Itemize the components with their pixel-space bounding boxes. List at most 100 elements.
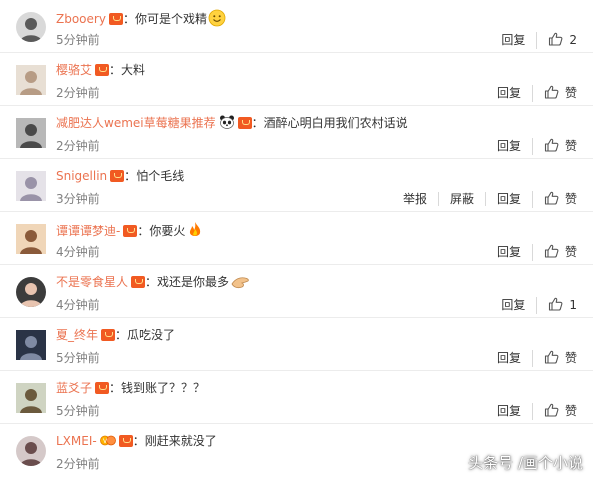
fire-emoji — [186, 221, 204, 243]
username-link[interactable]: Zbooery — [56, 12, 106, 26]
comment-content: 减肥达人wemei草莓糖果推荐 ：酒醉心明白用我们农村话说 — [56, 115, 408, 131]
block-button[interactable]: 屏蔽 — [437, 192, 485, 206]
comment-actions: 回复 赞 — [486, 243, 577, 261]
vip-badge-icon[interactable] — [131, 276, 146, 288]
comment-actions: 回复 1 — [490, 296, 577, 314]
vip-badge-icon[interactable] — [95, 64, 110, 76]
vip-badge-icon[interactable] — [95, 382, 110, 394]
comment-actions: 回复 2 — [490, 31, 577, 49]
avatar[interactable] — [16, 65, 46, 95]
reply-button[interactable]: 回复 — [490, 33, 536, 47]
like-button[interactable]: 赞 — [531, 137, 577, 155]
comment-row: Snigellin ：怕个毛线 3分钟前 举报 屏蔽 回复 赞 — [0, 159, 593, 212]
comment-time: 2分钟前 — [56, 139, 100, 153]
vip-badge-icon[interactable] — [237, 117, 252, 129]
like-label: 赞 — [564, 404, 577, 418]
comment-text: 大料 — [121, 63, 146, 77]
reply-button[interactable]: 回复 — [486, 86, 532, 100]
thumb-up-icon — [544, 85, 565, 102]
comment-content: 樱骆艾 ：大料 — [56, 62, 145, 78]
separator: ： — [124, 169, 137, 183]
vip-badge-icon[interactable] — [101, 329, 116, 341]
avatar[interactable] — [16, 383, 46, 413]
like-label: 赞 — [564, 86, 577, 100]
separator: ： — [251, 116, 264, 130]
comment-actions: 回复 赞 — [486, 349, 577, 367]
separator: ： — [137, 224, 150, 238]
avatar[interactable] — [16, 330, 46, 360]
comment-row: 谭谭谭梦迪- ：你要火 4分钟前 回复 赞 — [0, 212, 593, 265]
comment-content: 蓝爻子 ：钱到账了？？？ — [56, 380, 205, 396]
like-label: 赞 — [564, 245, 577, 259]
like-button[interactable]: 赞 — [531, 243, 577, 261]
comment-content: Snigellin ：怕个毛线 — [56, 168, 184, 184]
username-link[interactable]: 蓝爻子 — [56, 381, 92, 395]
like-label: 赞 — [564, 192, 577, 206]
avatar[interactable] — [16, 171, 46, 201]
thumb-up-icon — [548, 32, 569, 49]
comment-content: 不是零食星人 ：戏还是你最多 — [56, 274, 250, 294]
reply-button[interactable]: 回复 — [486, 139, 532, 153]
username-link[interactable]: 夏_终年 — [56, 328, 98, 342]
like-button[interactable]: 2 — [536, 31, 577, 49]
username-link[interactable]: 减肥达人wemei草莓糖果推荐 — [56, 116, 216, 130]
reply-button[interactable]: 回复 — [486, 351, 532, 365]
like-count: 2 — [569, 33, 577, 47]
comment-text: 戏还是你最多 — [157, 275, 230, 289]
comment-time: 2分钟前 — [56, 457, 100, 471]
watermark-text: 头条号 /画个小说 — [468, 454, 583, 472]
like-button[interactable]: 赞 — [531, 190, 577, 208]
comment-actions: 回复 赞 — [486, 137, 577, 155]
avatar[interactable] — [16, 436, 46, 466]
avatar[interactable] — [16, 224, 46, 254]
comment-content: Zbooery ：你可是个戏精 — [56, 9, 226, 31]
comment-text: 瓜吃没了 — [127, 328, 176, 342]
vip-badge-icon[interactable] — [118, 435, 133, 447]
separator: ： — [132, 434, 145, 448]
reply-button[interactable]: 回复 — [486, 404, 532, 418]
vip-badge-icon[interactable] — [110, 170, 125, 182]
comment-time: 2分钟前 — [56, 86, 100, 100]
avatar[interactable] — [16, 277, 46, 307]
vip-badge-icon[interactable] — [123, 225, 138, 237]
username-link[interactable]: 樱骆艾 — [56, 63, 92, 77]
username-link[interactable]: 不是零食星人 — [56, 275, 128, 289]
thumb-up-icon — [544, 191, 565, 208]
comment-time: 3分钟前 — [56, 192, 100, 206]
comment-actions: 回复 赞 — [486, 402, 577, 420]
avatar[interactable] — [16, 12, 46, 42]
username-link[interactable]: Snigellin — [56, 169, 107, 183]
comment-content: 夏_终年 ：瓜吃没了 — [56, 327, 175, 343]
comment-text: 怕个毛线 — [136, 169, 185, 183]
username-link[interactable]: LXMEI- — [56, 434, 97, 448]
username-link[interactable]: 谭谭谭梦迪- — [56, 224, 120, 238]
reply-button[interactable]: 回复 — [484, 192, 532, 206]
report-button[interactable]: 举报 — [392, 192, 438, 206]
reply-button[interactable]: 回复 — [486, 245, 532, 259]
comment-row: 减肥达人wemei草莓糖果推荐 ：酒醉心明白用我们农村话说 2分钟前 回复 赞 — [0, 106, 593, 159]
comment-row: 夏_终年 ：瓜吃没了 5分钟前 回复 赞 — [0, 318, 593, 371]
like-count: 1 — [569, 298, 577, 312]
thumb-up-icon — [544, 138, 565, 155]
like-button[interactable]: 赞 — [531, 84, 577, 102]
comment-time: 5分钟前 — [56, 33, 100, 47]
like-button[interactable]: 赞 — [531, 402, 577, 420]
like-button[interactable]: 1 — [536, 296, 577, 314]
comment-time: 4分钟前 — [56, 298, 100, 312]
thumb-up-icon — [544, 350, 565, 367]
toutiao-logo-icon — [452, 456, 466, 470]
comment-list: Zbooery ：你可是个戏精 5分钟前 回复 2 樱骆艾 ：大料 2分钟前 回复赞减肥达人we… — [0, 0, 593, 477]
comment-text: 你要火 — [149, 224, 186, 238]
like-button[interactable]: 赞 — [531, 349, 577, 367]
comment-text: 刚赶来就没了 — [144, 434, 217, 448]
reply-button[interactable]: 回复 — [490, 298, 536, 312]
comment-content: LXMEI- V ：刚赶来就没了 — [56, 433, 217, 449]
separator: ： — [145, 275, 158, 289]
smile-emoji — [208, 9, 226, 31]
vip-badge-icon[interactable] — [108, 13, 123, 25]
medal-icon: V — [99, 434, 116, 447]
thumb-up-icon — [544, 403, 565, 420]
thumb-up-icon — [548, 297, 569, 314]
avatar[interactable] — [16, 118, 46, 148]
separator: ： — [122, 12, 135, 26]
